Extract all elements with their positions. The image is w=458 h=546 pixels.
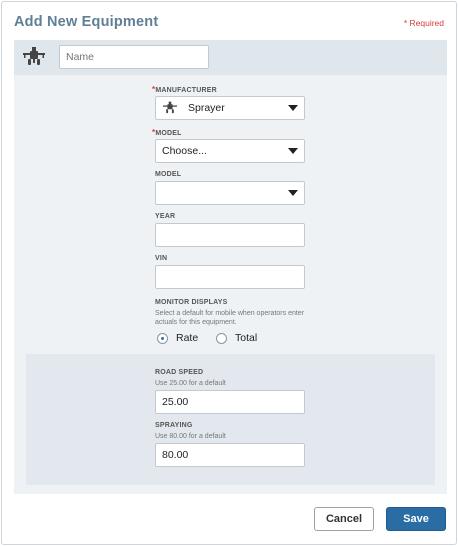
model-label: MODEL [155, 171, 182, 178]
model-required-select[interactable]: Choose... [155, 139, 305, 163]
cancel-button[interactable]: Cancel [314, 507, 374, 531]
radio-total-label: Total [235, 332, 258, 344]
manufacturer-select[interactable]: Sprayer [155, 96, 305, 120]
required-note: * Required [403, 18, 444, 28]
spraying-hint: Use 80.00 for a default [155, 433, 226, 440]
model-required-label: *MODEL [152, 128, 182, 137]
model-required-value: Choose... [162, 145, 207, 157]
spraying-input[interactable] [155, 443, 305, 467]
radio-rate-control[interactable] [157, 332, 168, 344]
spraying-label: SPRAYING [155, 422, 193, 429]
manufacturer-label: *MANUFACTURER [152, 85, 217, 94]
chevron-down-icon [288, 105, 298, 111]
model-select[interactable] [155, 181, 305, 205]
radio-rate[interactable]: Rate [157, 332, 198, 344]
monitor-displays-label: MONITOR DISPLAYS [155, 299, 228, 306]
year-input[interactable] [155, 223, 305, 247]
road-speed-hint: Use 25.00 for a default [155, 380, 226, 387]
vin-input[interactable] [155, 265, 305, 289]
road-speed-input[interactable] [155, 390, 305, 414]
chevron-down-icon [288, 190, 298, 196]
chevron-down-icon [288, 148, 298, 154]
vin-label: VIN [155, 255, 168, 262]
radio-total[interactable]: Total [216, 332, 257, 344]
radio-total-control[interactable] [216, 332, 227, 344]
road-speed-label: ROAD SPEED [155, 369, 204, 376]
speed-section: ROAD SPEED Use 25.00 for a default SPRAY… [26, 354, 435, 485]
manufacturer-value: Sprayer [188, 102, 225, 114]
sprayer-icon [23, 47, 45, 65]
add-equipment-dialog: Add New Equipment * Required *MANUFACTUR… [1, 1, 457, 545]
monitor-displays-hint: Select a default for mobile when operato… [155, 310, 305, 326]
radio-rate-label: Rate [176, 332, 199, 344]
save-button[interactable]: Save [386, 507, 446, 531]
year-label: YEAR [155, 213, 176, 220]
equipment-header [14, 40, 447, 75]
dialog-title: Add New Equipment [14, 14, 159, 30]
name-input[interactable] [59, 45, 209, 69]
sprayer-icon [163, 101, 177, 114]
equipment-form: *MANUFACTURER Sprayer *MODEL Choose... M… [14, 75, 447, 494]
